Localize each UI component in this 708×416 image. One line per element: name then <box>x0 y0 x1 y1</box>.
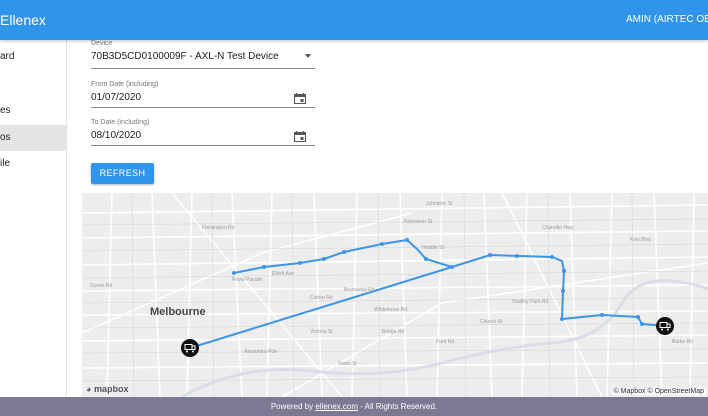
map-canvas[interactable]: Melbourne Dynon Rd Flemington Rd Royal P… <box>82 193 708 397</box>
chevron-down-icon <box>305 54 311 58</box>
svg-text:Chandler Hwy: Chandler Hwy <box>542 225 574 231</box>
svg-text:Swan St: Swan St <box>338 361 357 367</box>
svg-text:Hoddle St: Hoddle St <box>422 245 445 251</box>
brand-logo[interactable]: Ellenex <box>0 12 46 28</box>
sidebar-item-dashboard[interactable]: ard <box>0 44 66 70</box>
map-view[interactable]: Melbourne Dynon Rd Flemington Rd Royal P… <box>82 193 708 397</box>
svg-text:Flemington Rd: Flemington Rd <box>202 225 235 231</box>
svg-text:Victoria St: Victoria St <box>310 329 333 335</box>
sidebar-item-profile[interactable]: ile <box>0 151 66 177</box>
sidebar: ard es os ile <box>0 40 67 397</box>
svg-text:Studley Park Rd: Studley Park Rd <box>512 299 548 305</box>
footer-suffix: - All Rights Reserved. <box>358 402 438 411</box>
to-date-field[interactable]: To Date (including) 08/10/2020 <box>91 119 315 147</box>
from-date-field[interactable]: From Date (including) 01/07/2020 <box>91 81 315 109</box>
svg-text:Brunswick Rd: Brunswick Rd <box>344 287 375 293</box>
app-bar: Ellenex AMIN (AIRTEC OBM <box>0 0 708 40</box>
svg-text:Kew Blvd: Kew Blvd <box>630 237 651 243</box>
svg-text:Cotton Rd: Cotton Rd <box>310 295 333 301</box>
sidebar-item-maps[interactable]: os <box>0 125 66 151</box>
calendar-icon[interactable] <box>294 131 306 142</box>
svg-text:Bridge Rd: Bridge Rd <box>382 329 404 335</box>
svg-text:Nicholson St: Nicholson St <box>404 219 433 225</box>
map-attribution[interactable]: © Mapbox © OpenStreetMap <box>611 388 706 395</box>
mapbox-logo[interactable]: ◕ mapbox <box>86 384 128 394</box>
svg-text:Elliott Ave: Elliott Ave <box>272 271 294 277</box>
device-label: Device <box>91 40 113 47</box>
device-underline <box>91 68 315 69</box>
svg-text:Church St: Church St <box>480 319 503 325</box>
svg-text:Johnston St: Johnston St <box>426 201 453 207</box>
vehicle-marker-start[interactable] <box>181 339 199 357</box>
vehicle-marker-end[interactable] <box>656 317 674 335</box>
sidebar-item-devices[interactable]: es <box>0 98 66 124</box>
svg-text:Royal Parade: Royal Parade <box>232 277 263 283</box>
footer: Powered by ellenex.com - All Rights Rese… <box>0 397 708 416</box>
svg-text:Alexandra Pde: Alexandra Pde <box>244 349 277 355</box>
footer-prefix: Powered by <box>270 402 316 411</box>
mapbox-logo-icon: ◕ <box>86 384 92 394</box>
from-date-label: From Date (including) <box>91 81 159 88</box>
from-date-value: 01/07/2020 <box>91 92 142 103</box>
device-value: 70B3D5CD0100009F - AXL-N Test Device <box>91 51 279 62</box>
from-date-underline <box>91 107 315 108</box>
footer-link[interactable]: ellenex.com <box>315 402 358 411</box>
to-date-underline <box>91 145 315 146</box>
to-date-label: To Date (including) <box>91 119 150 126</box>
to-date-value: 08/10/2020 <box>91 130 142 141</box>
city-label: Melbourne <box>150 306 206 318</box>
device-select[interactable]: Device 70B3D5CD0100009F - AXL-N Test Dev… <box>91 40 315 69</box>
svg-text:Burke Rd: Burke Rd <box>672 339 693 345</box>
calendar-icon[interactable] <box>294 93 306 104</box>
svg-text:Dynon Rd: Dynon Rd <box>90 283 112 289</box>
refresh-button[interactable]: REFRESH <box>91 163 154 184</box>
mapbox-logo-text: mapbox <box>93 384 129 394</box>
svg-text:Whitehorse Rd: Whitehorse Rd <box>374 307 407 313</box>
user-menu[interactable]: AMIN (AIRTEC OBM <box>626 14 708 25</box>
svg-text:Punt Rd: Punt Rd <box>436 339 454 345</box>
